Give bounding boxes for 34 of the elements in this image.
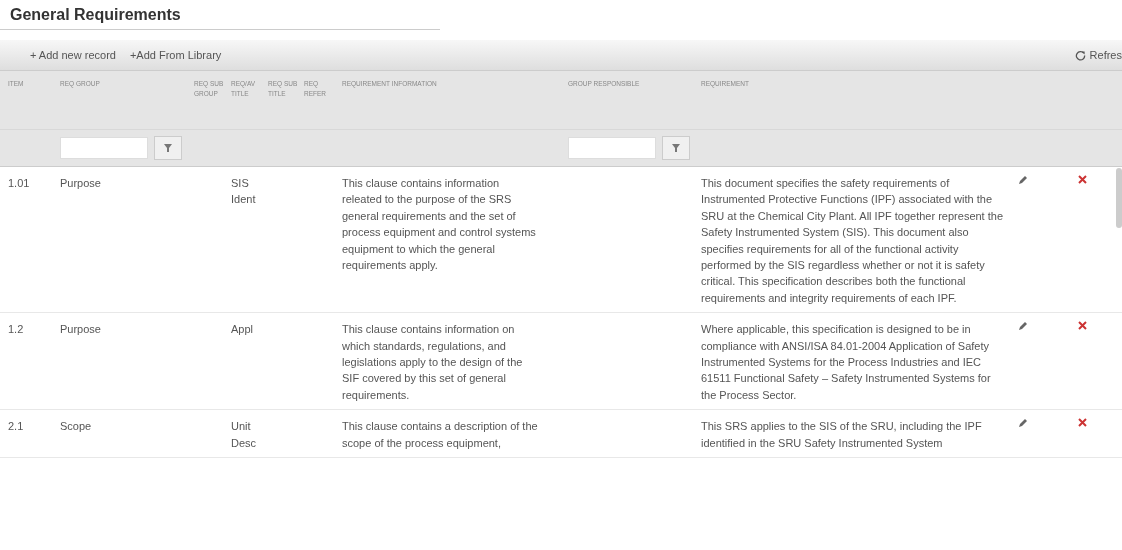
scrollbar[interactable] [1116,168,1122,228]
page-title: General Requirements [0,0,440,30]
table-cell-text: This clause contains a description of the scope of the process equipment, [342,419,539,451]
filter-icon [672,144,680,152]
table-cell-text: Where applicable, this specification is designed to be in compliance with ANSI/ISA 84.01-2004 Application of Safety Instrumented Systems for the Process Industries and IEC 61511 Functional Safety – Safety Instrumented Systems for the Process Sector. [701,322,992,403]
table-cell-text: SIS Ident [231,176,257,208]
filter-field[interactable] [60,137,148,159]
filter-icon [164,144,172,152]
table-cell-text: This clause contains information releated to the purpose of the SRS general requirements and the set of process equipment and control systems equipment to which the general requirements apply. [342,176,537,274]
refresh-button[interactable]: Refres [1074,49,1122,61]
table-cell-text: 1.2 [8,322,25,338]
table-cell-text: This document specifies the safety requirements of Instrumented Protective Functions (IPF) associated with the SRU at the Chemical City Plant. All IPF together represent the Safety Instrumented System (SIS). This document also specifies requirements for all of the functional activity performed by the SIS regardless whether or not it is safety critical. This specification describes both the functional requirements and integrity requirements of each IPF. [701,176,1005,306]
table-cell-text: 2.1 [8,419,25,435]
table-cell-text: Purpose [60,176,102,191]
pencil-icon [1018,418,1028,429]
table-cell-text: This SRS applies to the SIS of the SRU, including the IPF identified in the SRU Safety Instrumented System [701,419,983,451]
table-cell-text: 1.01 [8,176,31,191]
pencil-icon [1018,321,1028,332]
table-cell-text: Purpose [60,322,102,338]
add-from-library-button[interactable]: +Add From Library [129,49,222,61]
close-icon [1078,418,1087,428]
filter-button[interactable] [662,136,690,160]
add-new-record-button[interactable]: + Add new record [30,49,116,61]
close-icon [1078,321,1087,331]
table-cell-text: Scope [60,419,93,435]
table-cell-text: This clause contains information on which standards, regulations, and legislations apply to the design of the SIF covered by this set of general requirements. [342,322,524,403]
filter-field[interactable] [568,137,656,159]
table-cell-text: Appl [231,322,255,338]
pencil-icon [1018,175,1028,185]
refresh-icon [1074,49,1086,61]
table-cell-text: Unit Desc [231,419,258,451]
filter-button[interactable] [154,136,182,160]
close-icon [1078,175,1087,184]
edit-button[interactable] [1018,175,1030,187]
